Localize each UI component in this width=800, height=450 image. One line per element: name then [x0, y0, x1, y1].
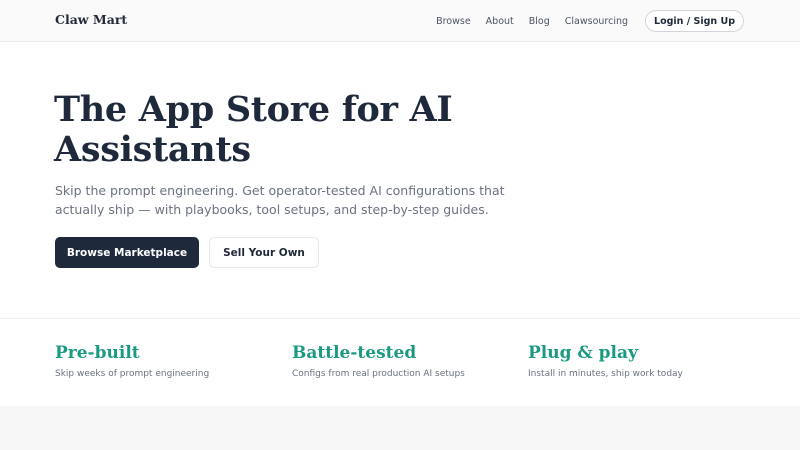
feature-description: Configs from real production AI setups	[292, 369, 465, 379]
feature-description: Install in minutes, ship work today	[528, 369, 683, 379]
nav-link-browse[interactable]: Browse	[436, 16, 471, 27]
nav-link-blog[interactable]: Blog	[529, 16, 550, 27]
feature-battle-tested: Battle-tested Configs from real producti…	[292, 343, 465, 379]
nav-links: Browse About Blog Clawsourcing Login / S…	[436, 10, 744, 32]
feature-title: Battle-tested	[292, 343, 417, 363]
feature-pre-built: Pre-built Skip weeks of prompt engineeri…	[55, 343, 209, 379]
brand-logo[interactable]: Claw Mart	[55, 12, 127, 27]
hero-subtitle: Skip the prompt engineering. Get operato…	[55, 183, 505, 217]
login-signup-button[interactable]: Login / Sign Up	[645, 10, 744, 32]
nav-link-about[interactable]: About	[486, 16, 514, 27]
hero-title: The App Store for AI Assistants	[54, 89, 453, 170]
feature-title: Pre-built	[55, 343, 140, 363]
next-section-band	[0, 406, 800, 450]
feature-plug-and-play: Plug & play Install in minutes, ship wor…	[528, 343, 683, 379]
feature-title: Plug & play	[528, 343, 638, 363]
sell-your-own-button[interactable]: Sell Your Own	[209, 237, 319, 268]
browse-marketplace-button[interactable]: Browse Marketplace	[55, 237, 199, 268]
features-strip: Pre-built Skip weeks of prompt engineeri…	[0, 318, 800, 406]
nav-link-clawsourcing[interactable]: Clawsourcing	[565, 16, 628, 27]
feature-description: Skip weeks of prompt engineering	[55, 369, 210, 379]
top-navbar: Claw Mart Browse About Blog Clawsourcing…	[0, 0, 800, 42]
